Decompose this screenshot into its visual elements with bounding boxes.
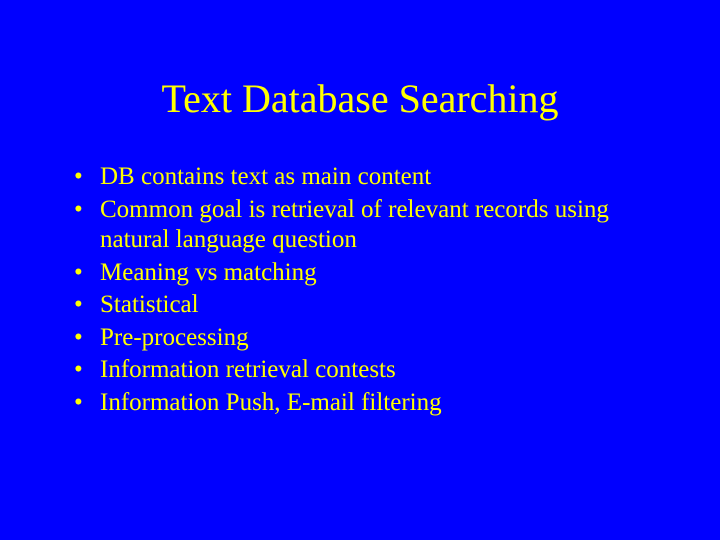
list-item: • Information Push, E-mail filtering: [70, 388, 680, 419]
bullet-icon: •: [70, 388, 100, 419]
slide: Text Database Searching • DB contains te…: [0, 0, 720, 540]
bullet-icon: •: [70, 195, 100, 226]
bullet-icon: •: [70, 258, 100, 289]
list-item: • Statistical: [70, 290, 680, 321]
bullet-text: Information retrieval contests: [100, 355, 680, 386]
list-item: • Meaning vs matching: [70, 258, 680, 289]
list-item: • Common goal is retrieval of relevant r…: [70, 195, 680, 256]
bullet-icon: •: [70, 323, 100, 354]
slide-body: • DB contains text as main content • Com…: [0, 162, 720, 418]
bullet-icon: •: [70, 290, 100, 321]
bullet-text: Pre-processing: [100, 323, 680, 354]
bullet-text: Common goal is retrieval of relevant rec…: [100, 195, 680, 256]
list-item: • Information retrieval contests: [70, 355, 680, 386]
bullet-text: Statistical: [100, 290, 680, 321]
slide-title: Text Database Searching: [0, 0, 720, 162]
bullet-text: Meaning vs matching: [100, 258, 680, 289]
bullet-text: DB contains text as main content: [100, 162, 680, 193]
bullet-icon: •: [70, 355, 100, 386]
bullet-text: Information Push, E-mail filtering: [100, 388, 680, 419]
list-item: • DB contains text as main content: [70, 162, 680, 193]
bullet-icon: •: [70, 162, 100, 193]
list-item: • Pre-processing: [70, 323, 680, 354]
